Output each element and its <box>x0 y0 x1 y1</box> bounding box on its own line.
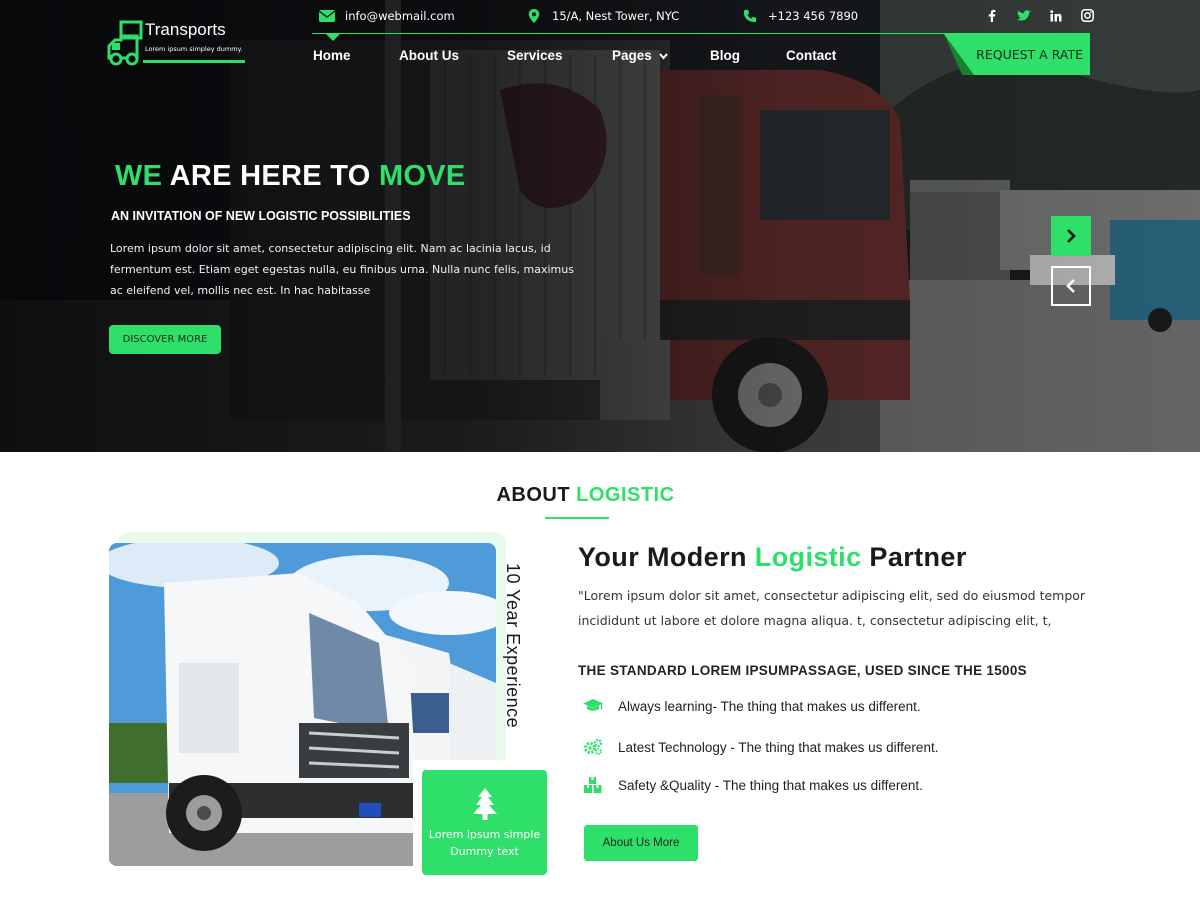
partner-heading: Your Modern Logistic Partner <box>578 542 967 573</box>
about-section-title: ABOUT LOGISTIC <box>0 484 1171 507</box>
partner-paragraph: "Lorem ipsum dolor sit amet, consectetur… <box>578 588 1086 628</box>
truck-logo-icon <box>107 20 143 66</box>
nav-pages[interactable]: Pages <box>612 48 668 63</box>
map-marker-icon <box>528 9 540 23</box>
discover-more-button[interactable]: DISCOVER MORE <box>109 325 221 354</box>
logo-tagline: Lorem ipsum simpley dummy. <box>145 45 243 53</box>
nav-pages-label: Pages <box>612 48 652 63</box>
tree-icon <box>473 788 497 820</box>
topbar-address-text: 15/A, Nest Tower, NYC <box>552 9 680 23</box>
partner-heading-b: Logistic <box>754 542 862 572</box>
about-title-a: ABOUT <box>496 484 577 506</box>
about-title-underline <box>545 517 609 519</box>
hero-title-move: MOVE <box>378 160 466 192</box>
slider-next-button[interactable] <box>1051 216 1091 256</box>
chevron-left-icon <box>1066 279 1075 293</box>
graduation-cap-icon <box>582 697 604 715</box>
gears-icon <box>582 738 604 756</box>
hero-banner: Transports Lorem ipsum simpley dummy. in… <box>0 0 1200 452</box>
slider-prev-button[interactable] <box>1051 266 1091 306</box>
hero-title-we: WE <box>115 160 163 192</box>
topbar-address[interactable]: 15/A, Nest Tower, NYC <box>526 7 679 25</box>
experience-label: 10 Year Experience <box>503 563 523 729</box>
topbar-phone-text: +123 456 7890 <box>768 9 859 23</box>
standard-heading: THE STANDARD LOREM IPSUMPASSAGE, USED SI… <box>578 663 1027 678</box>
hero-title: WE ARE HERE TO MOVE <box>115 160 466 193</box>
feature-item-safety: Safety &Quality - The thing that makes u… <box>582 775 923 795</box>
facebook-icon[interactable] <box>982 6 1001 25</box>
badge-text: Lorem ipsum simple Dummy text <box>428 828 541 858</box>
social-links <box>982 6 1097 25</box>
boxes-icon <box>582 776 604 794</box>
hero-title-mid: ARE HERE TO <box>162 160 379 192</box>
nav-blog[interactable]: Blog <box>710 48 740 63</box>
topbar-email[interactable]: info@webmail.com <box>319 7 455 25</box>
hero-subtitle: AN INVITATION OF NEW LOGISTIC POSSIBILIT… <box>111 209 411 223</box>
site-logo[interactable]: Transports Lorem ipsum simpley dummy. <box>107 20 247 68</box>
phone-icon <box>743 9 757 23</box>
hero-description: Lorem ipsum dolor sit amet, consectetur … <box>110 242 574 297</box>
about-title-b: LOGISTIC <box>576 484 675 506</box>
active-nav-indicator <box>326 34 340 41</box>
feature-text: Safety &Quality - The thing that makes u… <box>618 777 923 793</box>
logo-underline <box>143 60 245 63</box>
topbar-email-text: info@webmail.com <box>345 9 455 23</box>
envelope-icon <box>319 10 335 22</box>
twitter-icon[interactable] <box>1014 6 1033 25</box>
feature-item-technology: Latest Technology - The thing that makes… <box>582 737 938 757</box>
nav-contact[interactable]: Contact <box>786 48 836 63</box>
feature-text: Latest Technology - The thing that makes… <box>618 739 939 755</box>
nav-about-us[interactable]: About Us <box>399 48 459 63</box>
experience-badge: Lorem ipsum simple Dummy text <box>422 770 547 875</box>
contact-topbar: info@webmail.com 15/A, Nest Tower, NYC +… <box>312 0 1094 34</box>
chevron-right-icon <box>1067 229 1076 243</box>
instagram-icon[interactable] <box>1078 6 1097 25</box>
nav-services[interactable]: Services <box>507 48 563 63</box>
topbar-phone[interactable]: +123 456 7890 <box>742 7 858 25</box>
nav-home[interactable]: Home <box>313 48 351 63</box>
feature-text: Always learning- The thing that makes us… <box>618 698 921 714</box>
chevron-down-icon <box>658 53 668 60</box>
partner-heading-c: Partner <box>861 542 967 572</box>
linkedin-icon[interactable] <box>1046 6 1065 25</box>
feature-item-learning: Always learning- The thing that makes us… <box>582 696 921 716</box>
partner-heading-a: Your Modern <box>578 542 755 572</box>
logo-title: Transports <box>145 20 226 39</box>
about-us-more-button[interactable]: About Us More <box>584 825 698 861</box>
